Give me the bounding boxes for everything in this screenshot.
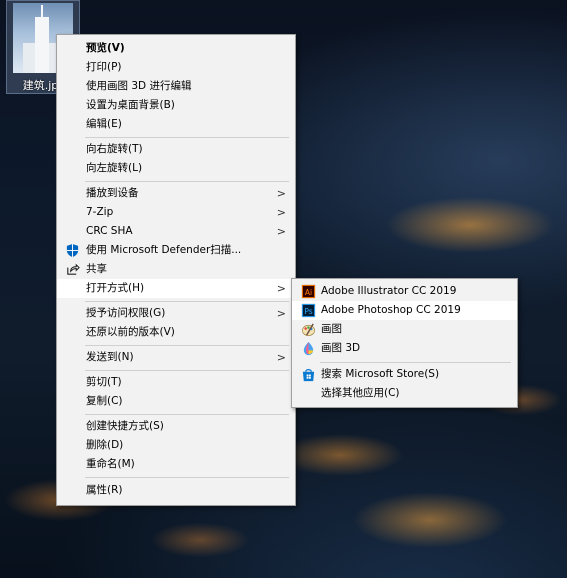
svg-text:Ai: Ai — [305, 288, 312, 297]
photoshop-icon: Ps — [301, 303, 316, 318]
submenu-item-label: Adobe Photoshop CC 2019 — [321, 304, 461, 316]
submenu-item-paint[interactable]: 画图 — [292, 320, 517, 339]
menu-item-set-wallpaper[interactable]: 设置为桌面背景(B) — [57, 96, 295, 115]
menu-item-7zip[interactable]: 7-Zip > — [57, 203, 295, 222]
menu-item-label: 还原以前的版本(V) — [86, 326, 175, 338]
submenu-item-label: 画图 3D — [321, 342, 361, 354]
chevron-right-icon: > — [276, 187, 286, 200]
menu-item-restore-versions[interactable]: 还原以前的版本(V) — [57, 323, 295, 342]
submenu-item-label: 选择其他应用(C) — [321, 387, 400, 399]
menu-item-send-to[interactable]: 发送到(N) > — [57, 348, 295, 367]
shield-icon — [66, 243, 79, 258]
submenu-item-label: 画图 — [321, 323, 342, 335]
menu-item-crc-sha[interactable]: CRC SHA > — [57, 222, 295, 241]
menu-item-rotate-right[interactable]: 向右旋转(T) — [57, 140, 295, 159]
paint-icon — [302, 323, 315, 336]
menu-separator — [85, 345, 289, 346]
open-with-submenu: Ai Adobe Illustrator CC 2019 Ps Adobe Ph… — [291, 278, 518, 408]
context-menu: 预览(V) 打印(P) 使用画图 3D 进行编辑 设置为桌面背景(B) 编辑(E… — [56, 34, 296, 506]
submenu-item-photoshop[interactable]: Ps Adobe Photoshop CC 2019 — [292, 301, 517, 320]
menu-item-share[interactable]: 共享 — [57, 260, 295, 279]
menu-item-label: 剪切(T) — [86, 376, 122, 388]
menu-separator — [85, 301, 289, 302]
paint3d-icon — [303, 341, 314, 356]
menu-item-label: 发送到(N) — [86, 351, 134, 363]
svg-text:Ps: Ps — [304, 307, 312, 316]
menu-item-label: 属性(R) — [86, 484, 123, 496]
menu-item-label: 共享 — [86, 263, 107, 275]
submenu-item-search-store[interactable]: 搜索 Microsoft Store(S) — [292, 365, 517, 384]
menu-item-label: 编辑(E) — [86, 118, 122, 130]
store-icon — [302, 368, 315, 382]
menu-item-delete[interactable]: 删除(D) — [57, 436, 295, 455]
share-icon — [67, 263, 80, 275]
menu-item-label: 使用 Microsoft Defender扫描... — [86, 244, 242, 256]
menu-separator — [320, 362, 511, 363]
submenu-item-illustrator[interactable]: Ai Adobe Illustrator CC 2019 — [292, 282, 517, 301]
chevron-right-icon: > — [276, 307, 286, 320]
menu-separator — [85, 137, 289, 138]
menu-item-label: 打开方式(H) — [86, 282, 145, 294]
submenu-item-label: 搜索 Microsoft Store(S) — [321, 368, 440, 380]
menu-item-label: 删除(D) — [86, 439, 124, 451]
menu-item-print[interactable]: 打印(P) — [57, 58, 295, 77]
menu-item-give-access[interactable]: 授予访问权限(G) > — [57, 304, 295, 323]
menu-item-label: 向左旋转(L) — [86, 162, 143, 174]
menu-item-edit[interactable]: 编辑(E) — [57, 115, 295, 134]
menu-item-copy[interactable]: 复制(C) — [57, 392, 295, 411]
menu-item-label: 向右旋转(T) — [86, 143, 143, 155]
menu-separator — [85, 477, 289, 478]
menu-item-label: 创建快捷方式(S) — [86, 420, 164, 432]
menu-item-rotate-left[interactable]: 向左旋转(L) — [57, 159, 295, 178]
chevron-right-icon: > — [276, 351, 286, 364]
menu-item-preview[interactable]: 预览(V) — [57, 39, 295, 58]
menu-separator — [85, 414, 289, 415]
chevron-right-icon: > — [276, 225, 286, 238]
submenu-item-label: Adobe Illustrator CC 2019 — [321, 285, 457, 297]
menu-item-label: 打印(P) — [86, 61, 122, 73]
illustrator-icon: Ai — [301, 284, 316, 299]
menu-item-label: 授予访问权限(G) — [86, 307, 166, 319]
submenu-item-paint3d[interactable]: 画图 3D — [292, 339, 517, 358]
menu-item-label: 设置为桌面背景(B) — [86, 99, 175, 111]
menu-item-edit-paint3d[interactable]: 使用画图 3D 进行编辑 — [57, 77, 295, 96]
menu-item-label: 复制(C) — [86, 395, 123, 407]
submenu-item-choose-app[interactable]: 选择其他应用(C) — [292, 384, 517, 403]
menu-item-open-with[interactable]: 打开方式(H) > — [57, 279, 295, 298]
menu-item-label: 预览(V) — [86, 42, 125, 54]
menu-separator — [85, 370, 289, 371]
menu-item-rename[interactable]: 重命名(M) — [57, 455, 295, 474]
menu-item-label: 7-Zip — [86, 206, 114, 218]
menu-item-label: CRC SHA — [86, 225, 133, 237]
menu-item-properties[interactable]: 属性(R) — [57, 481, 295, 500]
menu-item-label: 使用画图 3D 进行编辑 — [86, 80, 192, 92]
menu-item-label: 播放到设备 — [86, 187, 139, 199]
chevron-right-icon: > — [276, 282, 286, 295]
menu-item-label: 重命名(M) — [86, 458, 135, 470]
menu-item-create-shortcut[interactable]: 创建快捷方式(S) — [57, 417, 295, 436]
menu-separator — [85, 181, 289, 182]
menu-item-cut[interactable]: 剪切(T) — [57, 373, 295, 392]
menu-item-defender-scan[interactable]: 使用 Microsoft Defender扫描... — [57, 241, 295, 260]
menu-item-cast-to-device[interactable]: 播放到设备 > — [57, 184, 295, 203]
chevron-right-icon: > — [276, 206, 286, 219]
